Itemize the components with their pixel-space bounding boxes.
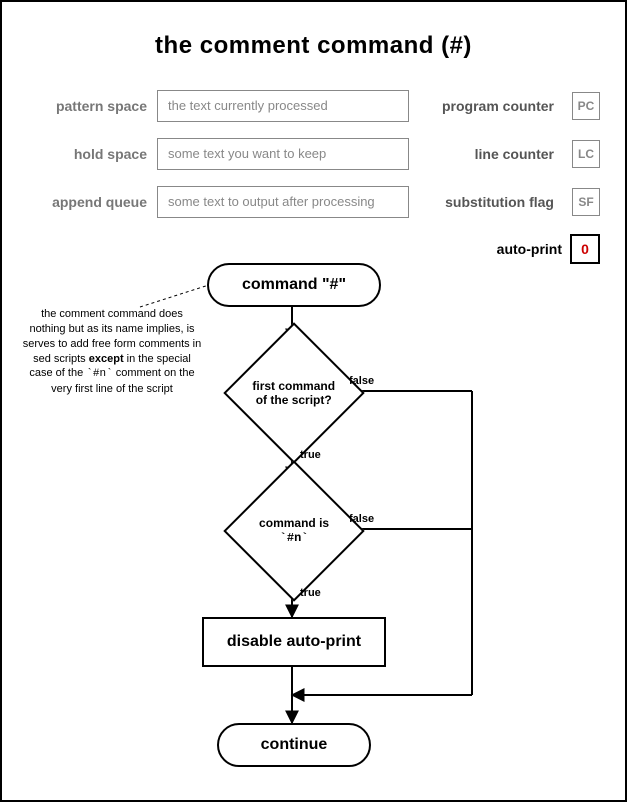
edge-label-decision1-true: true: [300, 449, 321, 461]
node-decision-hash-n-label: command is `#n`: [246, 516, 342, 546]
page-title: the comment command (#): [27, 32, 600, 60]
box-program-counter: PC: [572, 92, 600, 120]
state-row: hold space some text you want to keep li…: [27, 138, 600, 170]
label-program-counter: program counter: [419, 98, 562, 114]
box-line-counter: LC: [572, 140, 600, 168]
state-row: append queue some text to output after p…: [27, 186, 600, 218]
label-hold-space: hold space: [27, 146, 147, 162]
label-pattern-space: pattern space: [27, 98, 147, 114]
annotation-bold: except: [89, 353, 124, 365]
node-start: command "#": [207, 263, 381, 307]
label-auto-print: auto-print: [497, 241, 562, 257]
annotation-comment: the comment command does nothing but as …: [22, 307, 202, 397]
flowchart: command "#" first command of the script?…: [2, 257, 627, 787]
field-pattern-space: the text currently processed: [157, 90, 409, 122]
node-start-label: command "#": [242, 276, 346, 294]
decision2-text: command is: [259, 516, 329, 530]
field-append-queue: some text to output after processing: [157, 186, 409, 218]
node-end-label: continue: [261, 736, 328, 754]
state-section: pattern space the text currently process…: [27, 90, 600, 218]
label-append-queue: append queue: [27, 194, 147, 210]
node-decision-first-command-label: first command of the script?: [246, 379, 342, 408]
annotation-code: `#n`: [86, 368, 112, 380]
box-substitution-flag: SF: [572, 188, 600, 216]
edge-label-decision1-false: false: [349, 375, 374, 387]
decision2-code: `#n`: [280, 532, 309, 546]
field-hold-space: some text you want to keep: [157, 138, 409, 170]
node-action-label: disable auto-print: [227, 633, 361, 651]
edge-label-decision2-false: false: [349, 513, 374, 525]
label-substitution-flag: substitution flag: [419, 194, 562, 210]
label-line-counter: line counter: [419, 146, 562, 162]
state-row: pattern space the text currently process…: [27, 90, 600, 122]
node-action-disable-autoprint: disable auto-print: [202, 617, 386, 667]
page-frame: the comment command (#) pattern space th…: [0, 0, 627, 802]
node-end-continue: continue: [217, 723, 371, 767]
edge-label-decision2-true: true: [300, 587, 321, 599]
